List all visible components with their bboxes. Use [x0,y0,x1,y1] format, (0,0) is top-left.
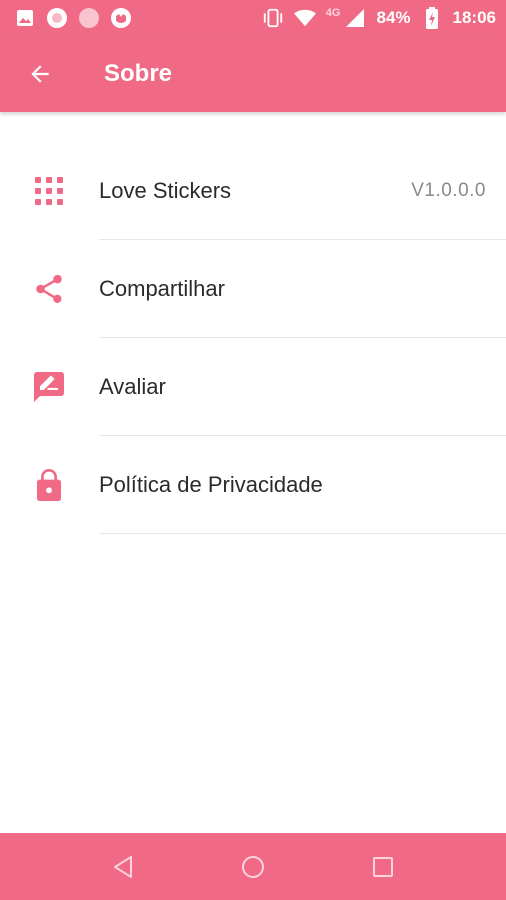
arrow-back-icon [31,65,49,83]
wifi-icon [293,7,316,29]
menu-item-label: Avaliar [99,374,166,399]
recents-square-icon [373,856,393,877]
app-version: V1.0.0.0 [411,180,486,201]
divider [99,533,506,534]
sticker-face-icon [110,7,132,29]
menu-item-label: Compartilhar [99,276,225,301]
nav-back-button[interactable] [108,852,138,882]
nav-home-button[interactable] [238,852,268,882]
system-status-area: 4G 84% 18:06 [262,7,496,29]
network-type-label: 4G [325,7,341,19]
notification-area [14,7,132,29]
nav-recents-button[interactable] [368,852,398,882]
status-bar: 4G 84% 18:06 [0,0,506,36]
about-menu-list: Love Stickers V1.0.0.0 Compartilhar Aval… [0,142,506,534]
vibrate-icon [262,7,284,29]
grid-apps-icon [31,173,67,209]
clock: 18:06 [452,8,496,27]
page-title: Sobre [104,60,173,87]
record-icon [78,7,100,29]
menu-item-rate[interactable]: Avaliar [0,338,506,436]
sticker-app-icon [46,7,68,29]
about-screen: 4G 84% 18:06 Sobre Love Stickers V1.0.0.… [0,0,506,900]
lock-icon [31,467,67,503]
menu-item-label: Love Stickers [99,178,232,203]
menu-item-label: Política de Privacidade [99,472,323,497]
menu-item-app-info[interactable]: Love Stickers V1.0.0.0 [0,142,506,240]
app-bar: Sobre [0,36,506,112]
back-triangle-icon [114,855,132,878]
system-nav-bar [0,833,506,900]
menu-item-share[interactable]: Compartilhar [0,240,506,338]
battery-percent: 84% [376,8,411,27]
battery-charging-icon [421,7,443,29]
signal-icon [344,7,366,29]
home-circle-icon [242,855,264,878]
gallery-icon [14,7,36,29]
rate-review-icon [31,369,67,405]
share-icon [31,271,67,307]
back-button[interactable] [2,36,78,112]
menu-item-privacy-policy[interactable]: Política de Privacidade [0,436,506,534]
